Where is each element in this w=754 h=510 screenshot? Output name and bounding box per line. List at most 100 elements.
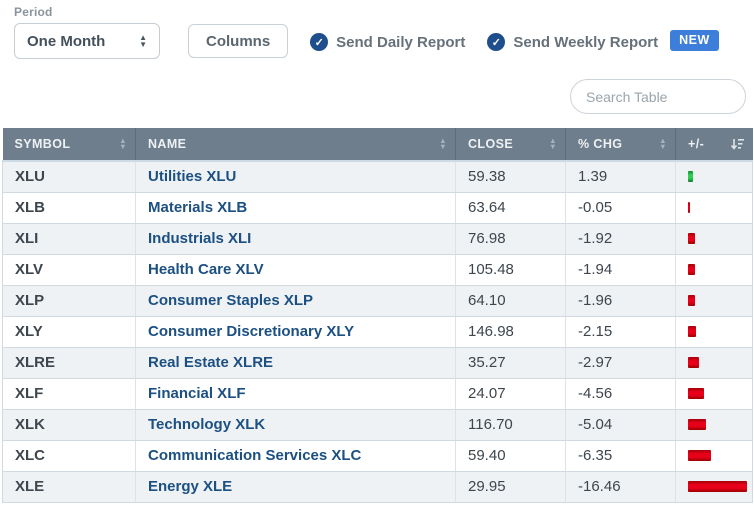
- table-row: XLB Materials XLB 63.64 -0.05: [3, 192, 753, 223]
- sort-arrows-icon: ▲▼: [659, 138, 667, 150]
- change-bar: [688, 171, 693, 182]
- column-header-label: +/-: [688, 137, 704, 151]
- sort-arrows-icon: ▲▼: [549, 138, 557, 150]
- period-field: Period One Month ▲▼: [14, 5, 160, 59]
- sort-amount-down-icon[interactable]: [730, 138, 745, 151]
- column-header-name[interactable]: NAME ▲▼: [136, 128, 456, 161]
- period-select[interactable]: One Month ▲▼: [14, 23, 160, 59]
- close-cell: 35.27: [456, 347, 566, 378]
- search-row: [14, 79, 746, 114]
- chg-cell: -6.35: [566, 440, 676, 471]
- symbol-cell: XLK: [3, 409, 136, 440]
- symbol-cell: XLB: [3, 192, 136, 223]
- name-link[interactable]: Consumer Discretionary XLY: [148, 323, 354, 340]
- chg-cell: -4.56: [566, 378, 676, 409]
- send-daily-report-toggle[interactable]: ✓ Send Daily Report: [310, 33, 465, 51]
- symbol-cell: XLC: [3, 440, 136, 471]
- table-row: XLI Industrials XLI 76.98 -1.92: [3, 223, 753, 254]
- close-cell: 64.10: [456, 285, 566, 316]
- controls-row: Period One Month ▲▼ Columns ✓ Send Daily…: [14, 5, 746, 59]
- name-link[interactable]: Industrials XLI: [148, 230, 251, 247]
- close-cell: 63.64: [456, 192, 566, 223]
- symbol-cell: XLV: [3, 254, 136, 285]
- table-row: XLV Health Care XLV 105.48 -1.94: [3, 254, 753, 285]
- close-cell: 76.98: [456, 223, 566, 254]
- symbol-cell: XLY: [3, 316, 136, 347]
- table-header-row: SYMBOL ▲▼ NAME ▲▼ CLOSE ▲▼: [3, 128, 753, 161]
- close-cell: 59.38: [456, 161, 566, 192]
- period-label: Period: [14, 5, 160, 19]
- table-body: XLU Utilities XLU 59.38 1.39 XLB Materia…: [3, 161, 753, 502]
- symbol-cell: XLRE: [3, 347, 136, 378]
- symbol-cell: XLU: [3, 161, 136, 192]
- change-bar: [688, 295, 695, 306]
- symbol-cell: XLP: [3, 285, 136, 316]
- name-link[interactable]: Health Care XLV: [148, 261, 264, 278]
- change-bar: [688, 357, 699, 368]
- name-link[interactable]: Communication Services XLC: [148, 447, 361, 464]
- symbol-cell: XLI: [3, 223, 136, 254]
- change-bar: [688, 233, 695, 244]
- column-header-label: % CHG: [578, 137, 622, 151]
- table-row: XLRE Real Estate XLRE 35.27 -2.97: [3, 347, 753, 378]
- change-bar: [688, 388, 704, 399]
- table-row: XLY Consumer Discretionary XLY 146.98 -2…: [3, 316, 753, 347]
- table-row: XLP Consumer Staples XLP 64.10 -1.96: [3, 285, 753, 316]
- chg-cell: -2.15: [566, 316, 676, 347]
- check-circle-icon: ✓: [310, 33, 328, 51]
- period-selected-value: One Month: [27, 33, 105, 50]
- column-header-close[interactable]: CLOSE ▲▼: [456, 128, 566, 161]
- sector-table: SYMBOL ▲▼ NAME ▲▼ CLOSE ▲▼: [2, 128, 753, 503]
- change-bar: [688, 264, 695, 275]
- chg-cell: -1.92: [566, 223, 676, 254]
- name-link[interactable]: Consumer Staples XLP: [148, 292, 313, 309]
- name-link[interactable]: Real Estate XLRE: [148, 354, 273, 371]
- columns-button[interactable]: Columns: [188, 24, 288, 58]
- close-cell: 24.07: [456, 378, 566, 409]
- close-cell: 59.40: [456, 440, 566, 471]
- chg-cell: -2.97: [566, 347, 676, 378]
- search-input[interactable]: [570, 79, 746, 114]
- sort-arrows-icon: ▲▼: [439, 138, 447, 150]
- change-bar: [688, 450, 711, 461]
- name-link[interactable]: Materials XLB: [148, 199, 247, 216]
- symbol-cell: XLE: [3, 471, 136, 502]
- name-link[interactable]: Energy XLE: [148, 478, 232, 495]
- column-header-change-bar[interactable]: +/-: [676, 128, 753, 161]
- table-row: XLF Financial XLF 24.07 -4.56: [3, 378, 753, 409]
- new-badge: NEW: [670, 30, 719, 51]
- name-link[interactable]: Technology XLK: [148, 416, 265, 433]
- chg-cell: 1.39: [566, 161, 676, 192]
- column-header-pct-chg[interactable]: % CHG ▲▼: [566, 128, 676, 161]
- chg-cell: -1.96: [566, 285, 676, 316]
- symbol-cell: XLF: [3, 378, 136, 409]
- table-row: XLU Utilities XLU 59.38 1.39: [3, 161, 753, 192]
- change-bar: [688, 481, 747, 492]
- change-bar: [688, 419, 706, 430]
- select-caret-icon: ▲▼: [139, 34, 147, 48]
- change-bar: [688, 202, 690, 213]
- close-cell: 116.70: [456, 409, 566, 440]
- table-row: XLE Energy XLE 29.95 -16.46: [3, 471, 753, 502]
- table-row: XLC Communication Services XLC 59.40 -6.…: [3, 440, 753, 471]
- column-header-symbol[interactable]: SYMBOL ▲▼: [3, 128, 136, 161]
- chg-cell: -16.46: [566, 471, 676, 502]
- chg-cell: -5.04: [566, 409, 676, 440]
- chg-cell: -0.05: [566, 192, 676, 223]
- chg-cell: -1.94: [566, 254, 676, 285]
- close-cell: 146.98: [456, 316, 566, 347]
- sector-etf-page: Period One Month ▲▼ Columns ✓ Send Daily…: [0, 0, 754, 510]
- toolbar: Period One Month ▲▼ Columns ✓ Send Daily…: [0, 0, 754, 114]
- change-bar: [688, 326, 696, 337]
- column-header-label: CLOSE: [468, 137, 513, 151]
- table-row: XLK Technology XLK 116.70 -5.04: [3, 409, 753, 440]
- weekly-report-label: Send Weekly Report: [513, 34, 658, 51]
- sort-arrows-icon: ▲▼: [119, 138, 127, 150]
- column-header-label: NAME: [148, 137, 186, 151]
- name-link[interactable]: Utilities XLU: [148, 168, 236, 185]
- send-weekly-report-toggle[interactable]: ✓ Send Weekly Report: [487, 33, 658, 51]
- check-circle-icon: ✓: [487, 33, 505, 51]
- close-cell: 105.48: [456, 254, 566, 285]
- name-link[interactable]: Financial XLF: [148, 385, 246, 402]
- daily-report-label: Send Daily Report: [336, 34, 465, 51]
